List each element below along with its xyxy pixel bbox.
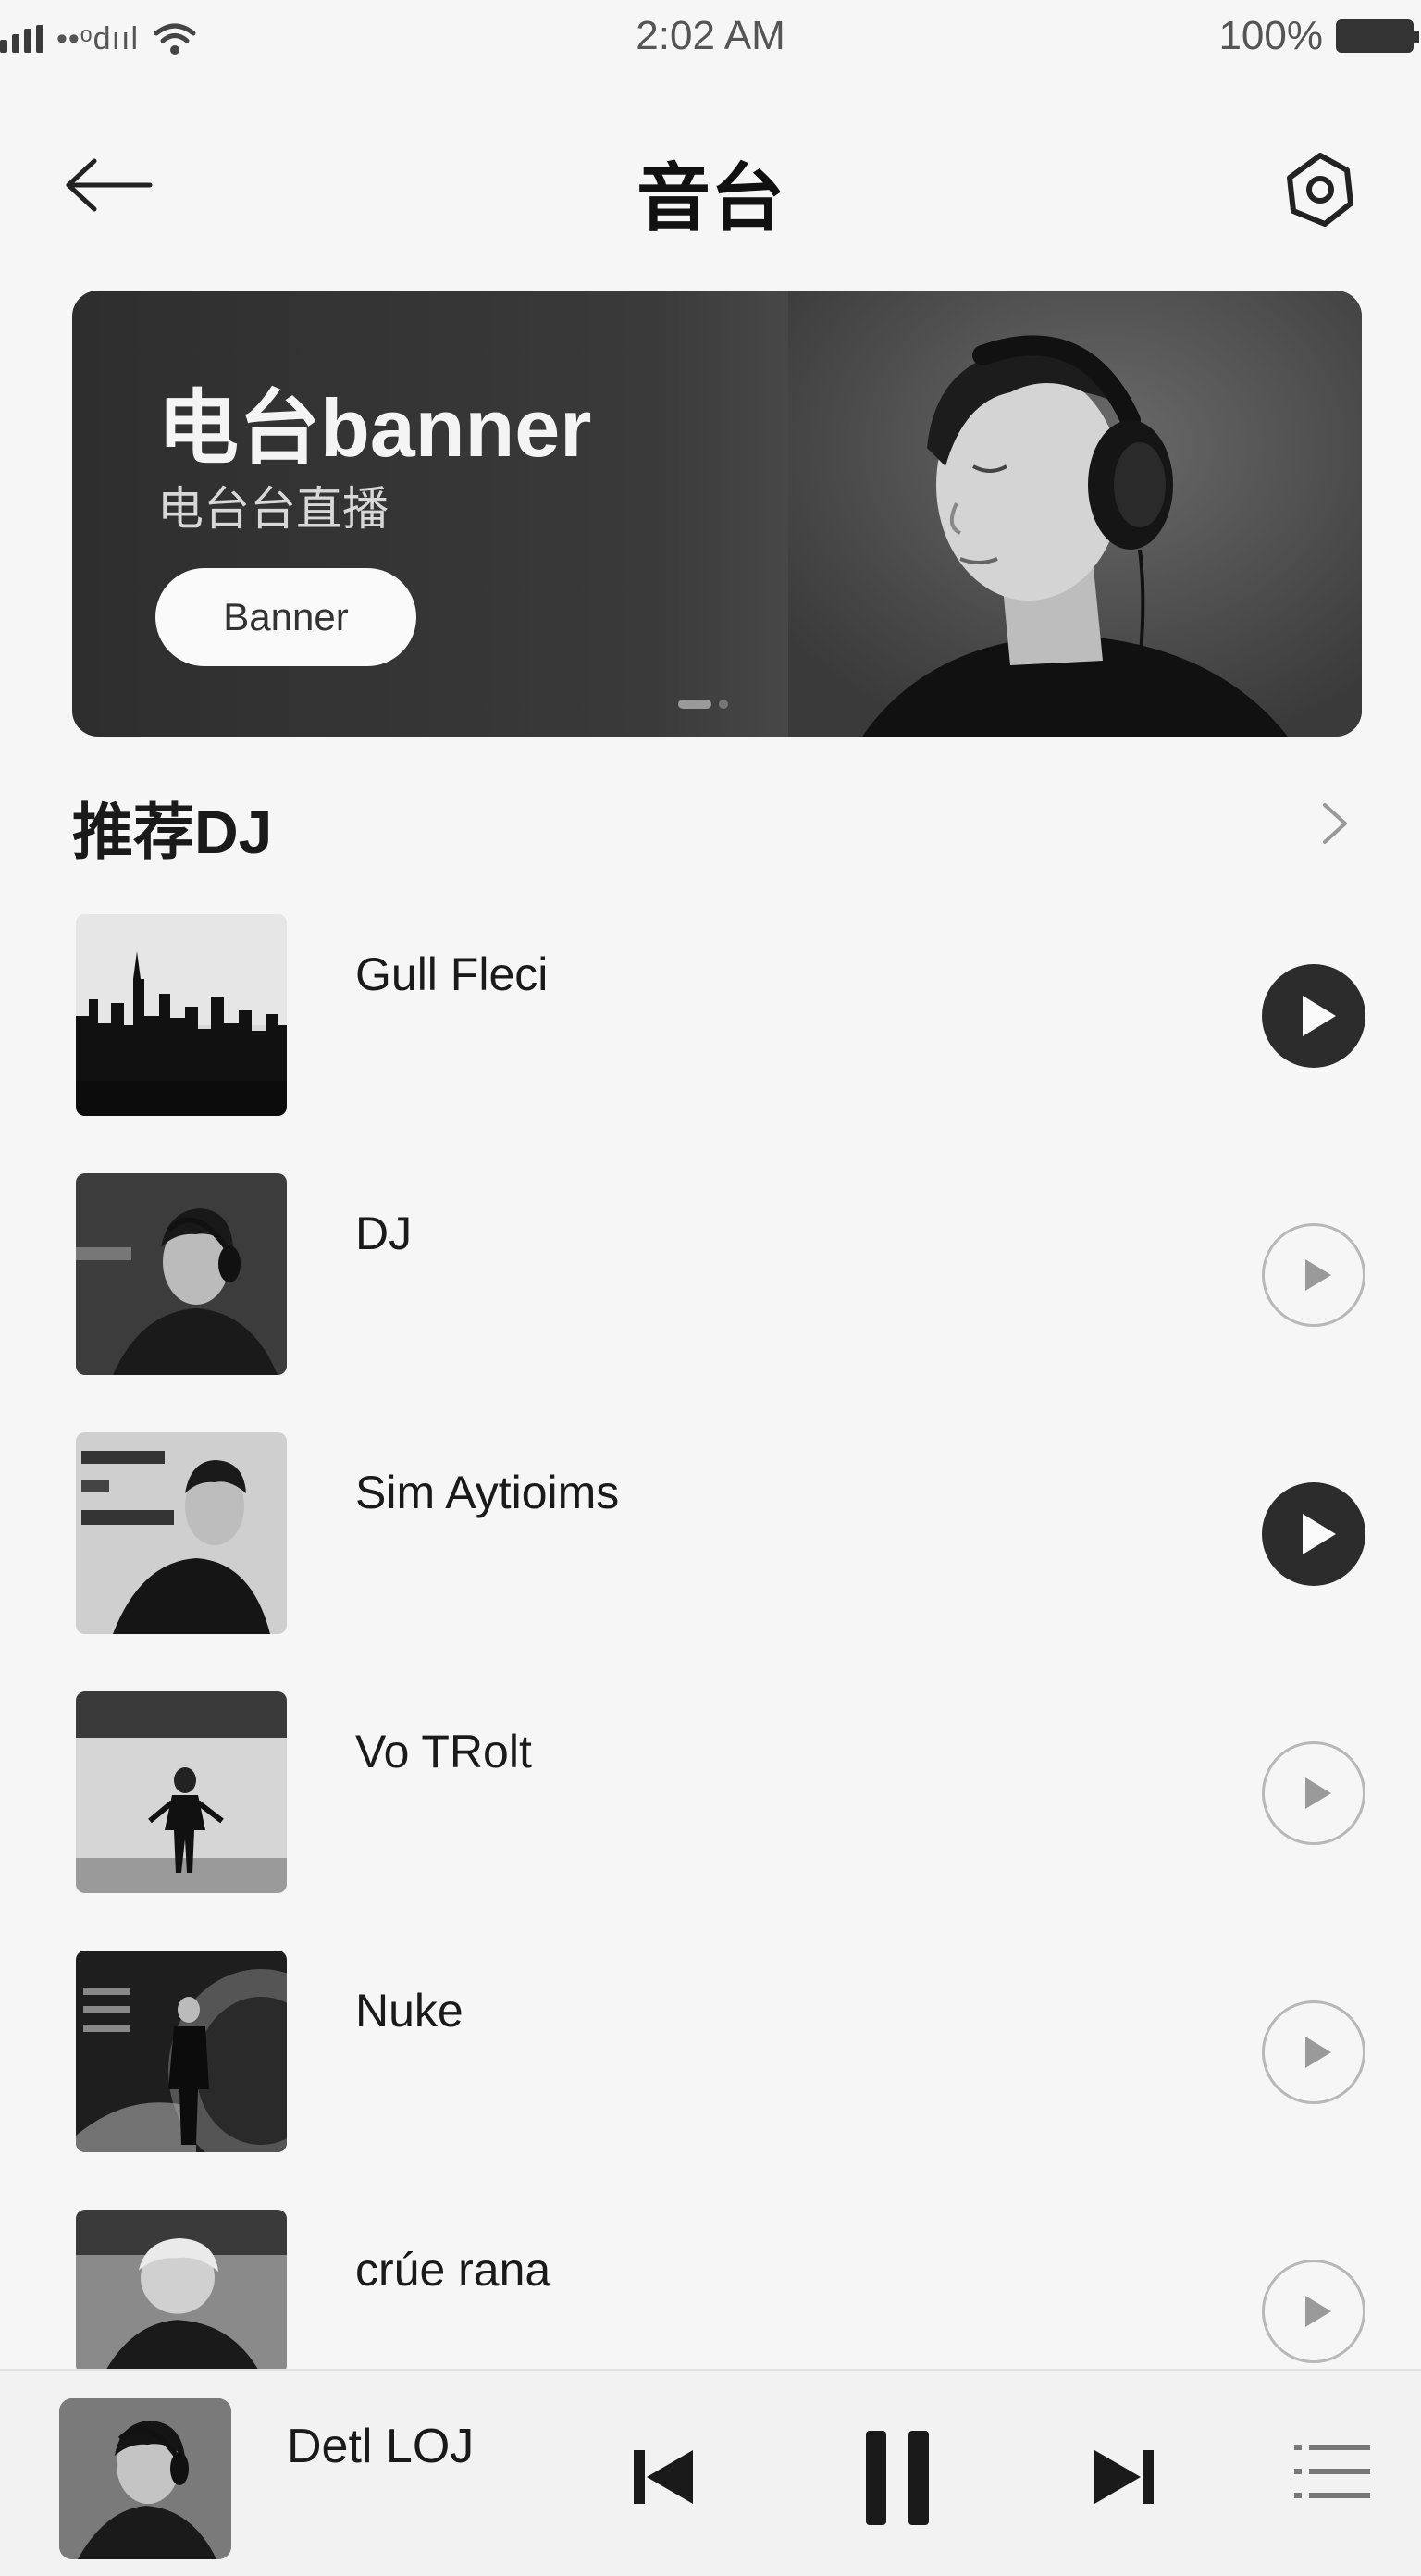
- list-item[interactable]: Gull Fleci: [0, 910, 1421, 1133]
- pause-button[interactable]: [851, 2422, 944, 2533]
- pause-icon: [866, 2431, 929, 2525]
- list-item[interactable]: DJ: [0, 1170, 1421, 1392]
- now-playing-artwork: [59, 2398, 231, 2559]
- pagination-dot: [719, 700, 728, 709]
- dj-thumbnail: [76, 2210, 287, 2374]
- camera-settings-icon: [1287, 153, 1353, 227]
- play-icon: [1305, 2037, 1331, 2068]
- play-icon: [1305, 1777, 1331, 1809]
- play-icon: [1305, 2296, 1331, 2327]
- battery-icon: [1336, 19, 1419, 53]
- dj-name: Gull Fleci: [355, 948, 549, 1000]
- status-right: 100%: [1218, 13, 1419, 59]
- dj-thumbnail: [76, 1173, 287, 1375]
- section-title: 推荐DJ: [72, 798, 273, 866]
- signal-icon: [0, 25, 43, 53]
- section-more-button[interactable]: [1306, 796, 1362, 851]
- banner-title: 电台banner: [157, 382, 592, 474]
- banner-subtitle: 电台台直播: [157, 483, 389, 535]
- status-time: 2:02 AM: [636, 13, 785, 58]
- play-button[interactable]: [1262, 1223, 1365, 1327]
- play-button[interactable]: [1262, 964, 1365, 1068]
- battery-percent: 100%: [1218, 13, 1323, 58]
- carrier-label: ••ᵒdııl: [56, 20, 139, 56]
- chevron-right-icon: [1323, 803, 1347, 844]
- dj-thumbnail: [76, 914, 287, 1116]
- settings-button[interactable]: [1279, 148, 1362, 231]
- mini-player[interactable]: Detl LOJ: [0, 2369, 1421, 2576]
- banner-carousel[interactable]: 电台banner 电台台直播 Banner: [72, 291, 1362, 737]
- banner-dj-photo: [788, 291, 1362, 737]
- play-button[interactable]: [1262, 1482, 1365, 1586]
- previous-button[interactable]: [622, 2435, 705, 2519]
- next-button[interactable]: [1082, 2435, 1166, 2519]
- nav-bar: 音台: [0, 120, 1421, 250]
- skip-next-icon: [1094, 2450, 1154, 2504]
- dj-name: Sim Aytioims: [355, 1467, 620, 1518]
- dj-name: Nuke: [355, 1985, 463, 2037]
- wifi-icon: [154, 23, 196, 55]
- list-item[interactable]: Vo TRolt: [0, 1688, 1421, 1910]
- radio-screen: ••ᵒdııl 2:02 AM 100% 音台 电台banner 电台台直播 B…: [0, 0, 1421, 2576]
- recommended-dj-header: 推荐DJ: [72, 777, 1362, 870]
- play-icon: [1305, 1259, 1331, 1291]
- status-bar: ••ᵒdııl 2:02 AM 100%: [0, 0, 1421, 78]
- playlist-icon: [1294, 2445, 1370, 2498]
- dj-thumbnail: [76, 1432, 287, 1634]
- play-icon: [1303, 1514, 1336, 1554]
- pagination-dot-active: [678, 700, 711, 709]
- list-item[interactable]: Sim Aytioims: [0, 1429, 1421, 1651]
- dj-name: Vo TRolt: [355, 1726, 532, 1777]
- skip-previous-icon: [634, 2450, 693, 2504]
- banner-pagination: [678, 700, 728, 709]
- play-button[interactable]: [1262, 2000, 1365, 2104]
- now-playing-title: Detl LOJ: [287, 2420, 475, 2473]
- status-left: ••ᵒdııl: [0, 20, 198, 57]
- page-title: 音台: [636, 157, 785, 240]
- playlist-button[interactable]: [1286, 2426, 1378, 2519]
- dj-name: crúe rana: [355, 2244, 551, 2296]
- play-icon: [1303, 996, 1336, 1036]
- play-button[interactable]: [1262, 2260, 1365, 2363]
- dj-thumbnail: [76, 1691, 287, 1893]
- dj-name: DJ: [355, 1208, 413, 1259]
- play-button[interactable]: [1262, 1741, 1365, 1845]
- banner-button[interactable]: Banner: [155, 568, 416, 666]
- list-item[interactable]: Nuke: [0, 1947, 1421, 2169]
- dj-thumbnail: [76, 1951, 287, 2152]
